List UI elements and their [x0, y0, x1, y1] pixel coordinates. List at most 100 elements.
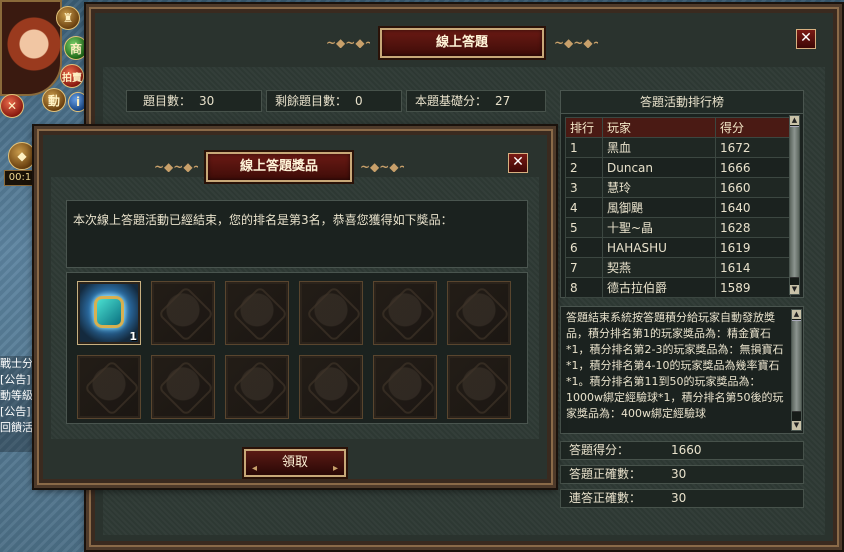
leaderboard-scrollbar[interactable]: ▲ ▼	[789, 115, 800, 295]
table-row[interactable]: 8 德古拉伯爵 1589	[565, 277, 791, 298]
correct-count-row: 答題正確數： 30	[560, 465, 804, 484]
ornament-right-icon: ▸	[332, 463, 338, 474]
empty-item-slot[interactable]	[373, 281, 437, 345]
player-portrait[interactable]	[0, 0, 62, 96]
reward-message: 本次線上答題活動已經結束，您的排名是第3名，恭喜您獲得如下獎品：	[73, 213, 453, 227]
question-count-stat: 題目數： 30	[126, 90, 262, 112]
rank-cell: 1	[565, 137, 603, 158]
rank-cell: 4	[565, 197, 603, 218]
ornament-left-icon: ~◆~◆~	[154, 162, 198, 172]
description-scrollbar[interactable]: ▲ ▼	[791, 309, 802, 431]
chat-line: [公告]	[0, 373, 31, 386]
empty-item-slot[interactable]	[373, 355, 437, 419]
hud-auction-button[interactable]: 拍賣	[60, 64, 84, 88]
reward-rules-description: 答題結束系統按答題積分給玩家自動發放獎品，積分排名第1的玩家獎品為：精金寶石*1…	[560, 306, 804, 434]
chat-line: 戰士分	[0, 357, 33, 370]
quiz-window-title-plate: ~◆~◆~ 線上答題 ~◆~◆~	[326, 28, 598, 58]
base-score-stat: 本題基礎分： 27	[406, 90, 546, 112]
correct-count-label: 答題正確數：	[569, 467, 642, 481]
leaderboard-panel: 答題活動排行榜 排行 玩家 得分 1 黑血 1672 2 Duncan 1666 3 慧玲…	[560, 90, 804, 298]
item-quantity: 1	[129, 330, 137, 343]
empty-item-slot[interactable]	[299, 281, 363, 345]
hud-activity-label: 動	[47, 93, 60, 108]
player-cell: 風御颶	[602, 197, 716, 218]
hud-dungeon-icon[interactable]: ♜	[56, 6, 80, 30]
table-row[interactable]: 3 慧玲 1660	[565, 177, 791, 198]
chat-line: 動等級	[0, 389, 33, 402]
chat-line: 回饋活	[0, 421, 33, 434]
table-row[interactable]: 4 風御颶 1640	[565, 197, 791, 218]
base-score-value: 27	[495, 94, 511, 108]
hud-timer: 00:1	[4, 170, 36, 186]
empty-item-slot[interactable]	[225, 355, 289, 419]
quiz-window-close-button[interactable]: ✕	[796, 29, 816, 49]
empty-item-slot[interactable]	[447, 355, 511, 419]
empty-item-slot[interactable]	[151, 281, 215, 345]
scroll-down-icon[interactable]: ▼	[790, 285, 799, 294]
slot-emblem-icon	[453, 359, 511, 417]
table-row[interactable]: 7 契燕 1614	[565, 257, 791, 278]
slot-emblem-icon	[157, 285, 215, 343]
empty-item-slot[interactable]	[447, 281, 511, 345]
player-cell: 德古拉伯爵	[602, 277, 716, 298]
claim-reward-label: 領取	[281, 455, 308, 470]
score-cell: 1614	[715, 257, 791, 278]
scroll-thumb[interactable]	[790, 126, 799, 278]
quiz-score-label: 答題得分：	[569, 443, 630, 457]
empty-item-slot[interactable]	[151, 355, 215, 419]
question-count-label: 題目數：	[143, 94, 192, 108]
streak-count-label: 連答正確數：	[569, 491, 642, 505]
table-row[interactable]: 2 Duncan 1666	[565, 157, 791, 178]
scroll-up-icon[interactable]: ▲	[792, 310, 801, 319]
quiz-score-row: 答題得分： 1660	[560, 441, 804, 460]
score-cell: 1672	[715, 137, 791, 158]
ornament-left-icon: ~◆~◆~	[326, 38, 370, 48]
table-row[interactable]: 1 黑血 1672	[565, 137, 791, 158]
reward-message-box: 本次線上答題活動已經結束，您的排名是第3名，恭喜您獲得如下獎品：	[66, 200, 528, 268]
scroll-down-icon[interactable]: ▼	[792, 421, 801, 430]
player-cell: 黑血	[602, 137, 716, 158]
remaining-label: 剩餘題目數：	[275, 94, 348, 108]
scroll-thumb[interactable]	[792, 320, 801, 412]
empty-item-slot[interactable]	[77, 355, 141, 419]
player-cell: 慧玲	[602, 177, 716, 198]
player-cell: HAHASHU	[602, 237, 716, 258]
table-row[interactable]: 6 HAHASHU 1619	[565, 237, 791, 258]
empty-item-slot[interactable]	[299, 355, 363, 419]
ornament-right-icon: ~◆~◆~	[554, 38, 598, 48]
rank-header: 排行	[565, 117, 603, 138]
hud-event-icon[interactable]: ◆	[8, 142, 36, 170]
slot-emblem-icon	[379, 359, 437, 417]
score-cell: 1619	[715, 237, 791, 258]
chat-log: 戰士分 [公告] 動等級 [公告] 回饋活	[0, 356, 34, 452]
ornament-right-icon: ~◆~◆~	[360, 162, 404, 172]
reward-item-slot[interactable]: 1	[77, 281, 141, 345]
slot-emblem-icon	[83, 359, 141, 417]
rank-cell: 2	[565, 157, 603, 178]
base-score-label: 本題基礎分：	[415, 94, 488, 108]
quiz-score-value: 1660	[671, 443, 702, 457]
claim-reward-button[interactable]: ◂ 領取 ▸	[244, 449, 346, 477]
correct-count-value: 30	[671, 467, 687, 481]
scroll-up-icon[interactable]: ▲	[790, 116, 799, 125]
hud-info-icon[interactable]: i	[68, 92, 88, 112]
rank-cell: 7	[565, 257, 603, 278]
reward-dialog-title: 線上答題獎品	[239, 159, 318, 174]
hud-shop-button[interactable]: 商	[64, 36, 88, 60]
quiz-window-title: 線上答題	[435, 35, 488, 50]
table-row[interactable]: 5 十聖~晶 1628	[565, 217, 791, 238]
slot-emblem-icon	[231, 359, 289, 417]
reward-dialog-close-button[interactable]: ✕	[508, 153, 528, 173]
rank-cell: 5	[565, 217, 603, 238]
slot-emblem-icon	[231, 285, 289, 343]
leaderboard-title: 答題活動排行榜	[561, 91, 803, 114]
reward-rules-text: 答題結束系統按答題積分給玩家自動發放獎品，積分排名第1的玩家獎品為：精金寶石*1…	[566, 311, 784, 420]
slot-emblem-icon	[157, 359, 215, 417]
slot-emblem-icon	[379, 285, 437, 343]
hud-close-icon[interactable]: ✕	[0, 94, 24, 118]
slot-emblem-icon	[453, 285, 511, 343]
gem-item-icon	[94, 296, 124, 328]
hud-activity-button[interactable]: 動	[42, 88, 66, 112]
reward-dialog-title-plate: ~◆~◆~ 線上答題獎品 ~◆~◆~	[154, 152, 404, 182]
empty-item-slot[interactable]	[225, 281, 289, 345]
